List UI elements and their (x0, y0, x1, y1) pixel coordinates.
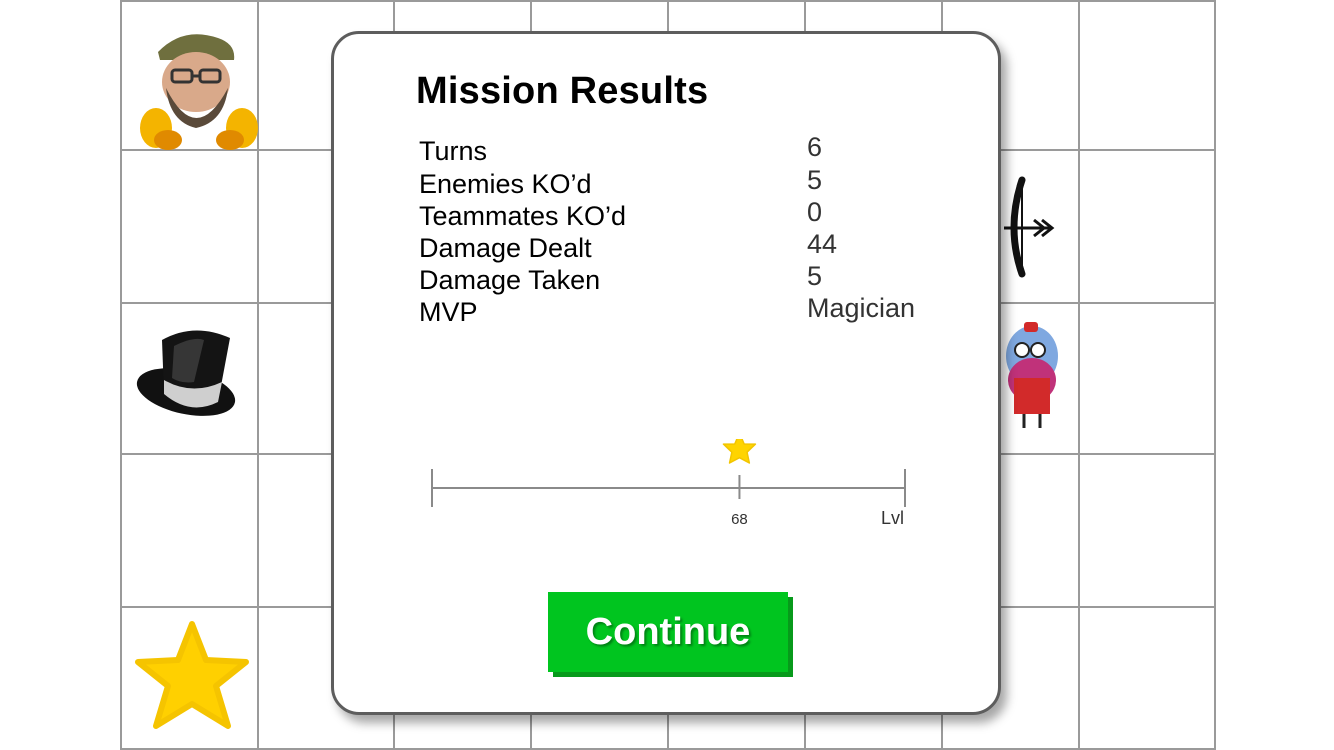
progress-star-icon (722, 439, 757, 464)
stat-label: Damage Taken (419, 265, 601, 295)
stat-value: 44 (807, 229, 838, 259)
stat-row-damage-dealt: Damage Dealt 44 (419, 229, 939, 265)
stat-label: Damage Dealt (419, 233, 592, 263)
stat-value: Magician (807, 293, 916, 323)
stat-value: 5 (807, 165, 823, 195)
stat-row-enemies-kod: Enemies KO’d 5 (419, 165, 939, 201)
blue-bird-character[interactable] (1000, 320, 1062, 432)
stat-row-teammates-kod: Teammates KO’d 0 (419, 197, 939, 233)
stat-label: Teammates KO’d (419, 201, 627, 231)
stat-label: MVP (419, 297, 478, 327)
xp-progress-track: 68 Lvl up (431, 439, 910, 528)
stat-label: Turns (419, 136, 488, 166)
stat-value: 0 (807, 197, 823, 227)
bow-arrow-icon[interactable] (1000, 176, 1060, 280)
progress-end-label: Lvl up (881, 508, 910, 528)
stat-value: 6 (807, 132, 823, 162)
star-icon[interactable] (134, 620, 250, 732)
dialog-title: Mission Results (416, 70, 709, 112)
stat-value: 5 (807, 261, 823, 291)
bearded-strongman-avatar[interactable] (138, 30, 260, 150)
continue-button[interactable]: Continue (548, 592, 788, 672)
mission-results-dialog: Mission Results Turns 6 Enemies KO’d 5 T… (331, 31, 1001, 715)
stat-row-turns: Turns 6 (419, 132, 939, 168)
stat-label: Enemies KO’d (419, 169, 592, 199)
top-hat-icon[interactable] (134, 322, 240, 422)
progress-current-label: 68 (731, 511, 748, 528)
stat-row-mvp: MVP Magician (419, 293, 939, 329)
